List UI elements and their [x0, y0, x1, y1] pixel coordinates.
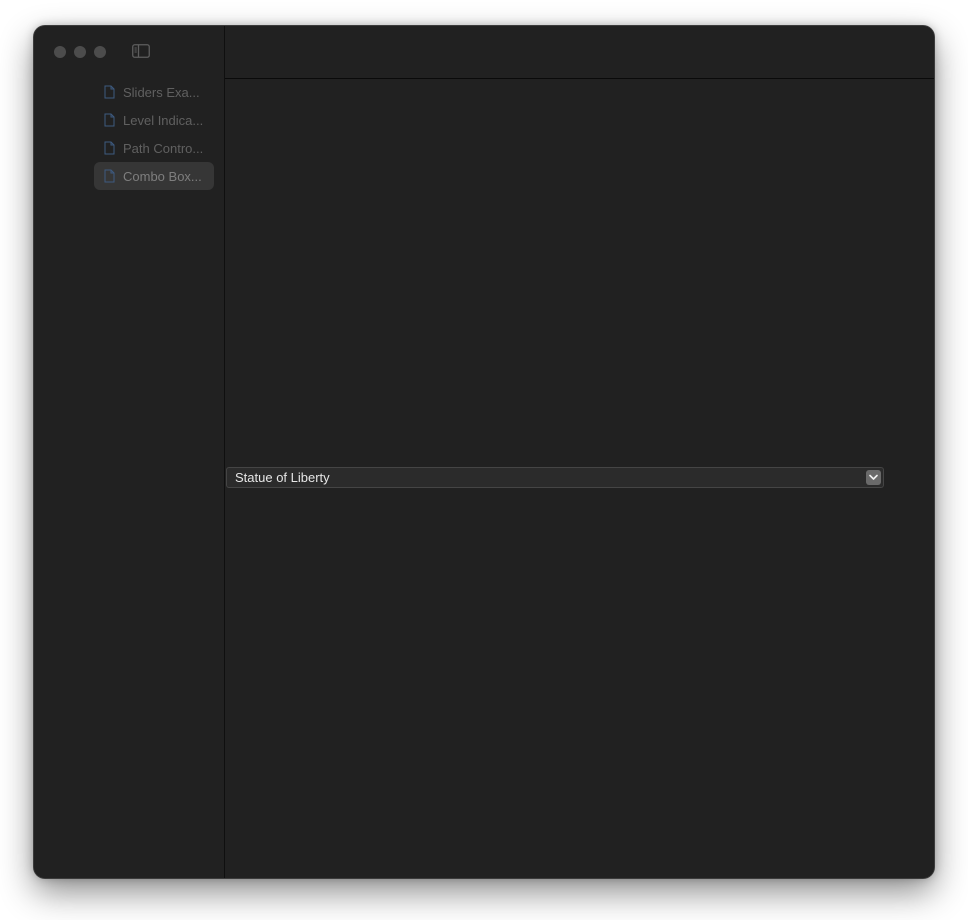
toolbar	[225, 26, 934, 79]
sidebar: Sliders Exa... Level Indica... Path Cont…	[34, 26, 225, 878]
app-window: Sliders Exa... Level Indica... Path Cont…	[34, 26, 934, 878]
sidebar-toggle-icon[interactable]	[132, 44, 150, 58]
document-icon	[104, 85, 115, 99]
detail-pane: Statue of Liberty	[225, 79, 934, 878]
document-icon	[104, 169, 115, 183]
sidebar-item-level-indicator[interactable]: Level Indica...	[94, 106, 214, 134]
combo-box-value[interactable]: Statue of Liberty	[235, 470, 330, 485]
document-icon	[104, 113, 115, 127]
sidebar-item-label: Combo Box...	[123, 168, 202, 184]
combo-box[interactable]: Statue of Liberty	[226, 467, 884, 488]
sidebar-item-label: Sliders Exa...	[123, 84, 200, 100]
minimize-window-button[interactable]	[74, 46, 86, 58]
zoom-window-button[interactable]	[94, 46, 106, 58]
chevron-down-icon	[869, 474, 878, 480]
sidebar-item-combo-box[interactable]: Combo Box...	[94, 162, 214, 190]
sidebar-item-label: Path Contro...	[123, 140, 204, 156]
sidebar-item-path-control[interactable]: Path Contro...	[94, 134, 214, 162]
close-window-button[interactable]	[54, 46, 66, 58]
sidebar-item-label: Level Indica...	[123, 112, 204, 128]
combo-box-dropdown-button[interactable]	[866, 470, 881, 485]
sidebar-list: Sliders Exa... Level Indica... Path Cont…	[94, 78, 214, 190]
sidebar-item-sliders-example[interactable]: Sliders Exa...	[94, 78, 214, 106]
document-icon	[104, 141, 115, 155]
